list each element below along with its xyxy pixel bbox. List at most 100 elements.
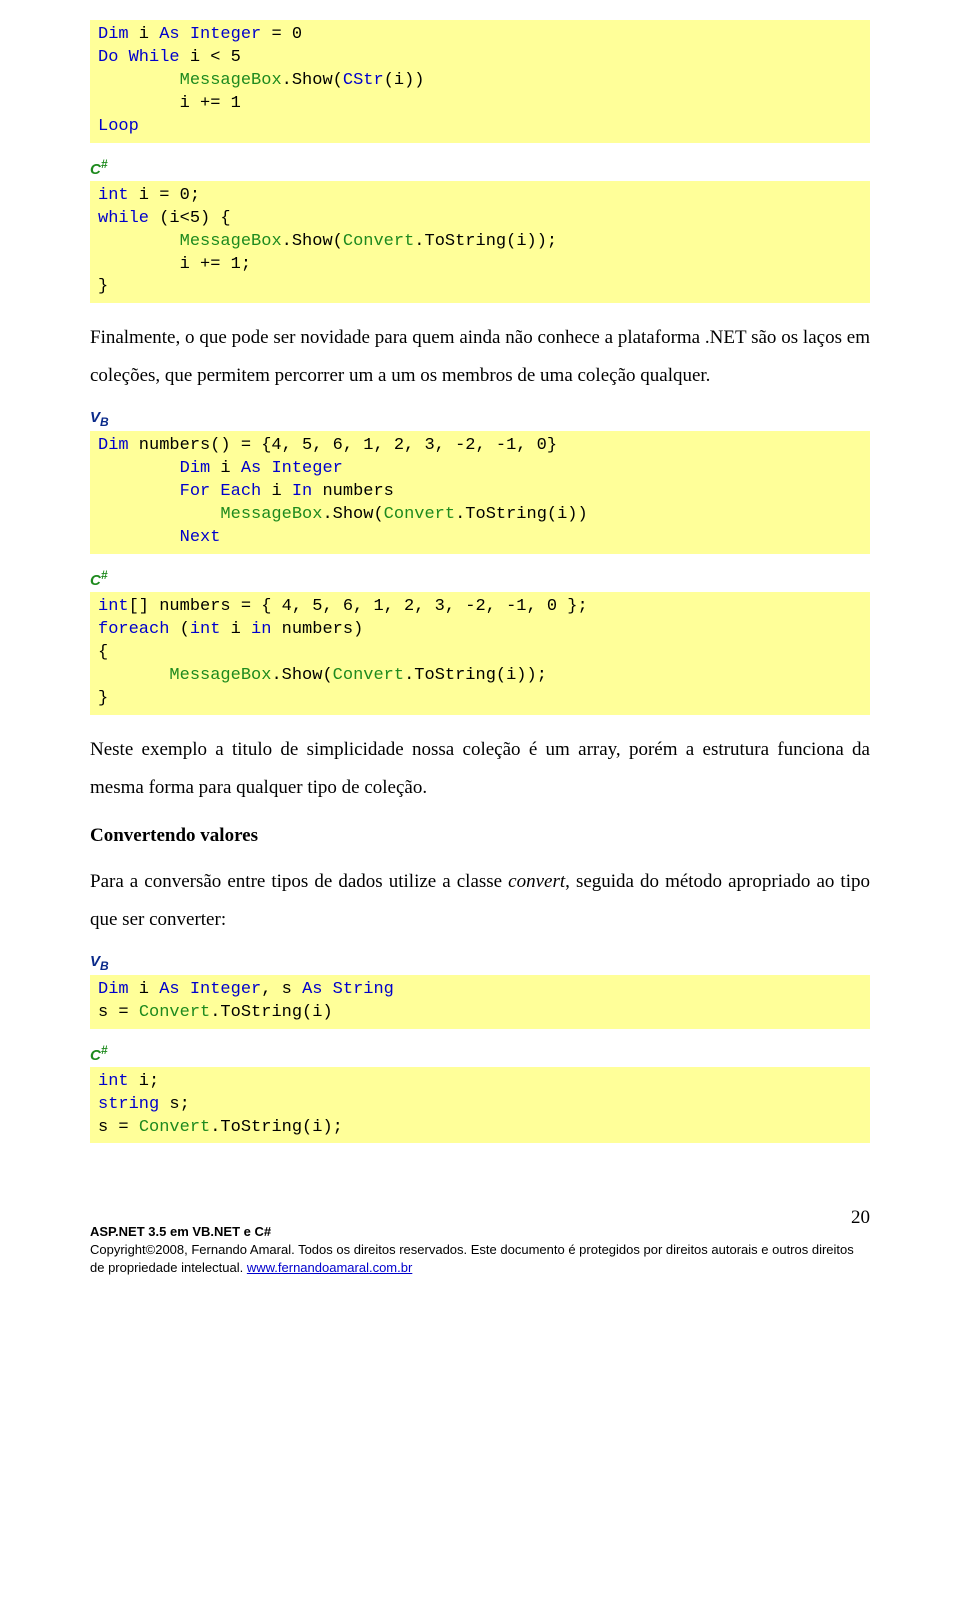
vb-v: V <box>90 409 100 426</box>
code-text: i += 1; <box>98 255 251 274</box>
code-text <box>98 459 180 478</box>
code-block-vb-foreach: Dim numbers() = {4, 5, 6, 1, 2, 3, -2, -… <box>90 431 870 554</box>
code-text: i <box>129 980 160 999</box>
code-block-vb-convert: Dim i As Integer, s As String s = Conver… <box>90 975 870 1029</box>
code-text: i = 0; <box>129 186 200 205</box>
cs-hash: # <box>101 568 108 582</box>
page-footer: 20 ASP.NET 3.5 em VB.NET e C# Copyright©… <box>90 1223 870 1276</box>
vb-icon: VB <box>90 953 870 973</box>
kw: Do While <box>98 48 180 67</box>
code-text: } <box>98 277 108 296</box>
type: MessageBox <box>180 232 282 251</box>
code-text: numbers() = {4, 5, 6, 1, 2, 3, -2, -1, 0… <box>129 436 557 455</box>
code-text <box>98 71 180 90</box>
vb-icon: VB <box>90 409 870 429</box>
code-block-cs-foreach: int[] numbers = { 4, 5, 6, 1, 2, 3, -2, … <box>90 592 870 715</box>
kw: int <box>98 597 129 616</box>
code-text: .ToString(i) <box>210 1003 332 1022</box>
code-text: = 0 <box>261 25 302 44</box>
vb-b: B <box>100 959 109 973</box>
code-text <box>98 232 180 251</box>
kw: string <box>98 1095 159 1114</box>
code-text: s; <box>159 1095 190 1114</box>
kw: Loop <box>98 117 139 136</box>
code-text: [] numbers = { 4, 5, 6, 1, 2, 3, -2, -1,… <box>129 597 588 616</box>
kw: In <box>292 482 312 501</box>
code-text: .Show( <box>271 666 332 685</box>
code-text: .ToString(i)) <box>455 505 588 524</box>
code-block-cs-while: int i = 0; while (i<5) { MessageBox.Show… <box>90 181 870 304</box>
type: Convert <box>384 505 455 524</box>
code-text: , s <box>261 980 302 999</box>
code-text: .Show( <box>322 505 383 524</box>
code-text: i <box>220 620 251 639</box>
code-text: .ToString(i); <box>210 1118 343 1137</box>
footer-link[interactable]: www.fernandoamaral.com.br <box>247 1260 412 1275</box>
code-text: i < 5 <box>180 48 241 67</box>
type: Convert <box>139 1003 210 1022</box>
code-text: numbers <box>312 482 394 501</box>
code-text: numbers) <box>271 620 363 639</box>
vb-v: V <box>90 953 100 970</box>
kw: int <box>98 186 129 205</box>
code-text: (i)) <box>384 71 425 90</box>
csharp-icon: C# <box>90 568 870 590</box>
footer-copyright: Copyright©2008, Fernando Amaral. Todos o… <box>90 1241 870 1276</box>
code-text: .ToString(i)); <box>404 666 547 685</box>
heading-converting-values: Convertendo valores <box>90 825 870 847</box>
kw: int <box>98 1072 129 1091</box>
kw: while <box>98 209 149 228</box>
cs-c: C <box>90 161 101 178</box>
type: MessageBox <box>180 71 282 90</box>
kw: As Integer <box>241 459 343 478</box>
paragraph-convert-intro: Para a conversão entre tipos de dados ut… <box>90 863 870 939</box>
code-text: .Show( <box>282 71 343 90</box>
code-text: ( <box>169 620 189 639</box>
code-text <box>98 666 169 685</box>
cs-c: C <box>90 572 101 589</box>
code-text: i <box>129 25 160 44</box>
type: Convert <box>343 232 414 251</box>
kw: As String <box>302 980 394 999</box>
code-text: i <box>210 459 241 478</box>
kw: CStr <box>343 71 384 90</box>
cs-c: C <box>90 1047 101 1064</box>
type: Convert <box>139 1118 210 1137</box>
kw: in <box>251 620 271 639</box>
kw: Dim <box>98 980 129 999</box>
csharp-icon: C# <box>90 1043 870 1065</box>
type: Convert <box>333 666 404 685</box>
type: MessageBox <box>169 666 271 685</box>
code-text: (i<5) { <box>149 209 231 228</box>
vb-b: B <box>100 415 109 429</box>
cs-hash: # <box>101 1043 108 1057</box>
code-text <box>98 505 220 524</box>
kw: As Integer <box>159 25 261 44</box>
kw: int <box>190 620 221 639</box>
paragraph-foreach-intro: Finalmente, o que pode ser novidade para… <box>90 319 870 395</box>
paragraph-array-note: Neste exemplo a titulo de simplicidade n… <box>90 731 870 807</box>
kw: For Each <box>180 482 262 501</box>
text: Para a conversão entre tipos de dados ut… <box>90 871 508 892</box>
csharp-icon: C# <box>90 157 870 179</box>
code-text: { <box>98 643 108 662</box>
cs-hash: # <box>101 157 108 171</box>
code-text: s = <box>98 1118 139 1137</box>
code-text: i <box>261 482 292 501</box>
code-block-vb-while: Dim i As Integer = 0 Do While i < 5 Mess… <box>90 20 870 143</box>
code-text: s = <box>98 1003 139 1022</box>
code-text: .ToString(i)); <box>414 232 557 251</box>
code-block-cs-convert: int i; string s; s = Convert.ToString(i)… <box>90 1067 870 1144</box>
kw: As Integer <box>159 980 261 999</box>
code-text: .Show( <box>282 232 343 251</box>
kw: foreach <box>98 620 169 639</box>
code-text: i += 1 <box>98 94 241 113</box>
footer-title: ASP.NET 3.5 em VB.NET e C# <box>90 1223 870 1241</box>
code-text: i; <box>129 1072 160 1091</box>
type: MessageBox <box>220 505 322 524</box>
kw: Dim <box>98 25 129 44</box>
kw: Next <box>180 528 221 547</box>
code-text <box>98 482 180 501</box>
page-number: 20 <box>851 1205 870 1231</box>
code-text: } <box>98 689 108 708</box>
